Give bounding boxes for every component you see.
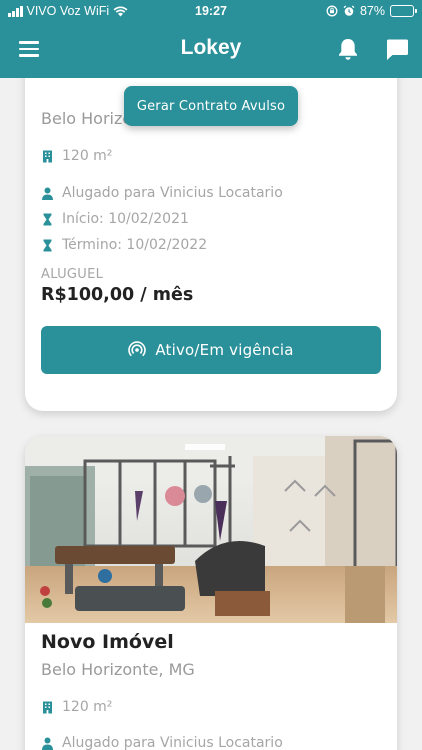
rent-value: R$100,00 / mês — [41, 285, 194, 305]
hourglass-icon — [41, 239, 54, 252]
generate-contract-label: Gerar Contrato Avulso — [136, 98, 286, 114]
contract-status-label: Ativo/Em vigência — [155, 341, 294, 359]
status-right: 87% — [326, 4, 417, 18]
chat-icon[interactable] — [386, 38, 409, 61]
alarm-icon — [343, 5, 355, 16]
battery-percent: 87% — [359, 4, 385, 18]
area-row: 120 m² — [41, 699, 112, 715]
orientation-lock-icon — [326, 5, 338, 17]
generate-contract-button[interactable]: Gerar Contrato Avulso — [124, 86, 298, 126]
bell-icon[interactable] — [337, 37, 359, 61]
contract-status-button[interactable]: Ativo/Em vigência — [41, 326, 381, 374]
property-city: Belo Horizonte, MG — [41, 660, 195, 679]
tenant-text: Alugado para Vinicius Locatario — [62, 185, 283, 201]
property-list[interactable]: Belo Horizonte, MG 120 m² Alugado para V… — [0, 78, 422, 750]
start-date-text: Início: 10/02/2021 — [62, 211, 189, 227]
rent-label: ALUGUEL — [41, 267, 104, 282]
building-icon — [41, 701, 54, 714]
area-text: 120 m² — [62, 699, 113, 715]
area-text: 120 m² — [62, 148, 113, 164]
tenant-row: Alugado para Vinicius Locatario — [41, 735, 283, 750]
building-icon — [41, 150, 54, 163]
battery-icon — [390, 5, 417, 17]
person-icon — [41, 187, 54, 200]
end-date-row: Término: 10/02/2022 — [41, 237, 207, 253]
status-bar: VIVO Voz WiFi 19:27 87% — [0, 0, 422, 24]
signal-broadcast-icon — [128, 341, 147, 357]
property-card[interactable]: Novo Imóvel Belo Horizonte, MG 120 m² Al… — [25, 436, 397, 750]
tenant-text: Alugado para Vinicius Locatario — [62, 735, 283, 750]
property-photo — [25, 436, 397, 623]
start-date-row: Início: 10/02/2021 — [41, 211, 189, 227]
pilates-studio-image — [25, 436, 397, 623]
tenant-row: Alugado para Vinicius Locatario — [41, 185, 283, 201]
app-bar: Lokey — [0, 24, 422, 78]
hourglass-icon — [41, 213, 54, 226]
area-row: 120 m² — [41, 148, 112, 164]
end-date-text: Término: 10/02/2022 — [62, 237, 208, 253]
property-title: Novo Imóvel — [41, 631, 174, 653]
property-card[interactable]: Belo Horizonte, MG 120 m² Alugado para V… — [25, 78, 397, 411]
person-icon — [41, 737, 54, 750]
